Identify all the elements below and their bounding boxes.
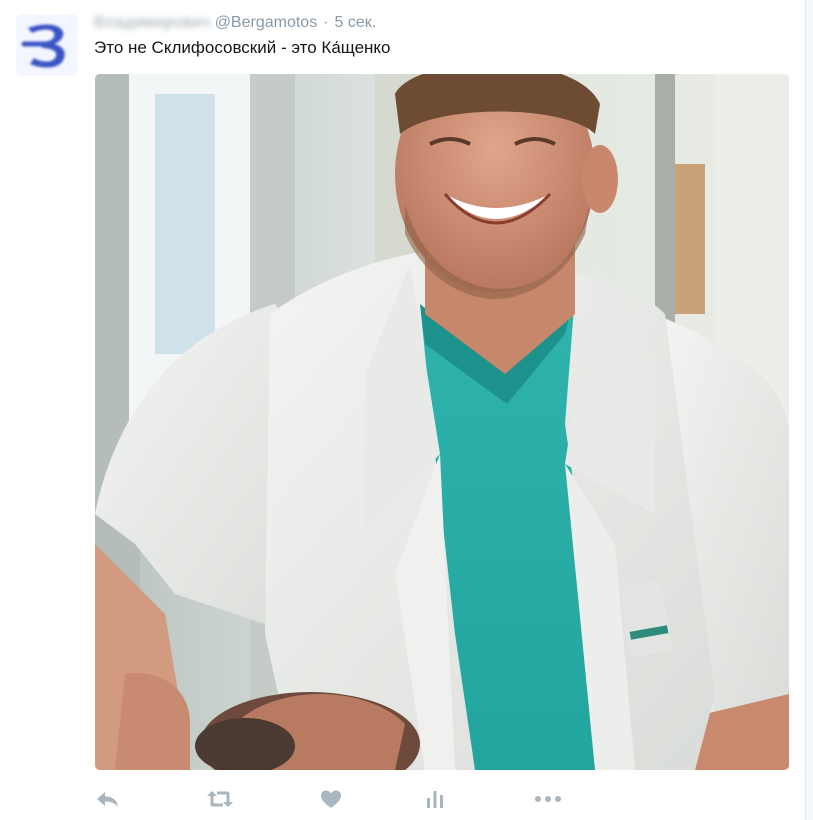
letter-b-logo-icon — [16, 14, 78, 76]
bar-chart-icon — [427, 791, 443, 808]
display-name[interactable]: Владимирович — [94, 14, 211, 32]
separator-dot: · — [323, 14, 329, 31]
retweet-icon — [207, 791, 233, 807]
tweet-text: Это не Склифосовский - это Ка́щенко — [94, 38, 391, 57]
tweet-photo[interactable] — [95, 74, 789, 770]
reply-icon — [97, 792, 118, 807]
username-link[interactable]: @Bergamotos — [215, 14, 318, 32]
tweet-actions — [94, 786, 594, 812]
photo-image — [95, 74, 789, 770]
analytics-button[interactable] — [426, 786, 444, 812]
reply-button[interactable] — [96, 786, 120, 812]
timestamp-link[interactable]: 5 сек. — [335, 14, 377, 32]
heart-icon — [321, 790, 341, 808]
tweet-header: Владимирович @Bergamotos · 5 сек. — [94, 12, 376, 34]
like-button[interactable] — [320, 786, 342, 812]
retweet-button[interactable] — [206, 786, 234, 812]
timeline-edge — [805, 0, 813, 820]
avatar[interactable] — [16, 14, 78, 76]
more-button[interactable] — [534, 786, 562, 812]
more-dots-icon — [535, 796, 561, 802]
